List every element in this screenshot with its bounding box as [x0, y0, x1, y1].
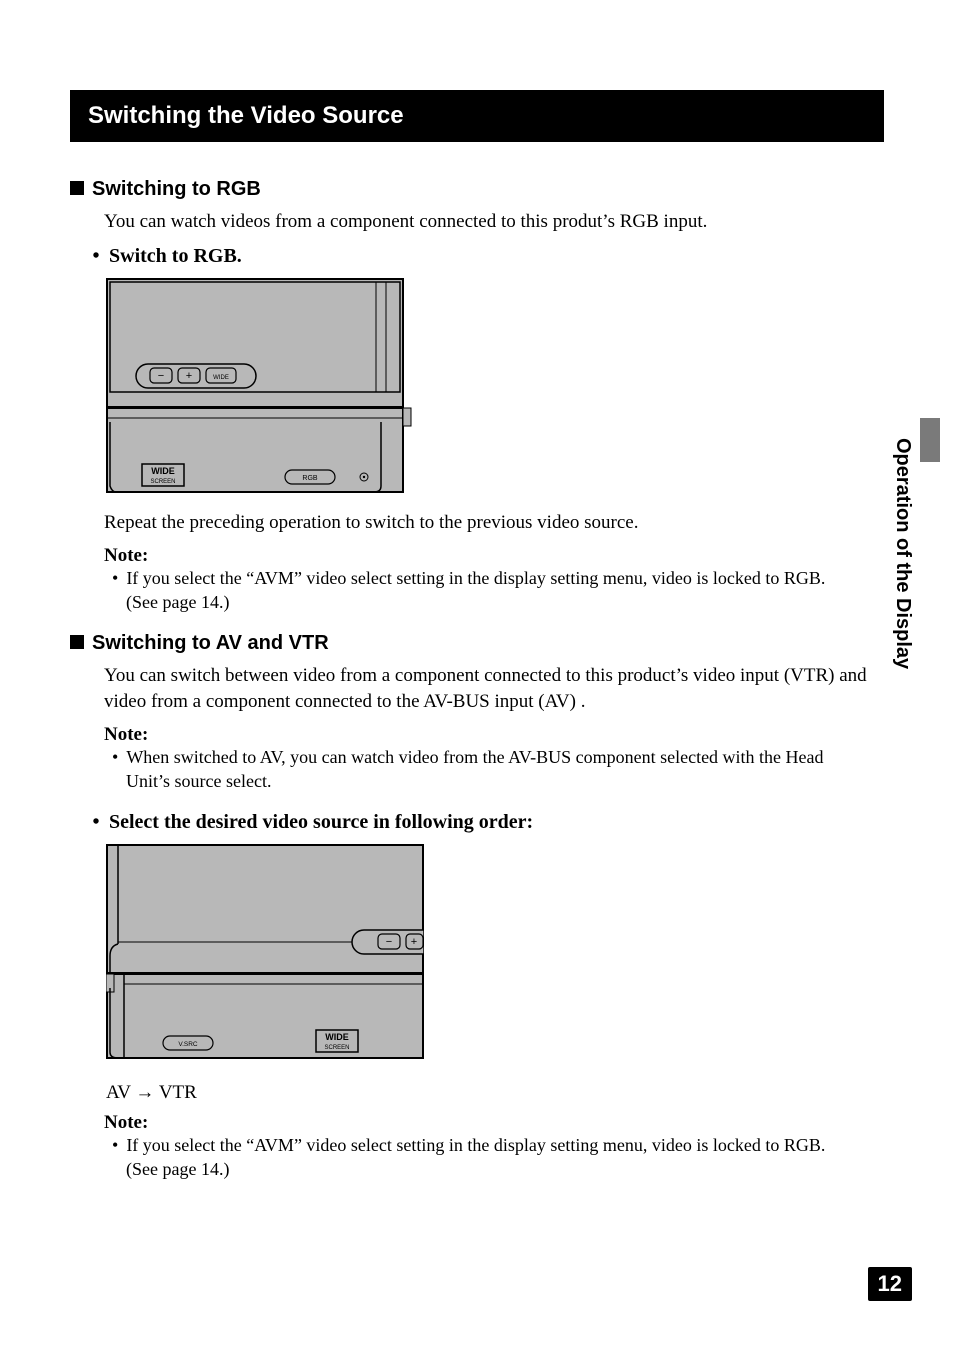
source-sequence: AV → VTR — [106, 1082, 884, 1104]
section-title: Switching the Video Source — [88, 102, 404, 129]
svg-text:WIDE: WIDE — [325, 1032, 349, 1042]
vsrc-button-label: V.SRC — [178, 1041, 198, 1048]
square-bullet-icon — [70, 181, 84, 195]
rgb-button-label: RGB — [302, 475, 318, 482]
wide-button-label: WIDE — [213, 375, 229, 381]
intro-text-rgb: You can watch videos from a component co… — [104, 209, 884, 235]
svg-text:+: + — [411, 936, 417, 948]
note-label-3: Note: — [104, 1112, 884, 1134]
note-list-2: When switched to AV, you can watch video… — [126, 746, 884, 793]
step-select-source-text: Select the desired video source in follo… — [109, 811, 533, 833]
svg-text:−: − — [386, 936, 392, 948]
bullet-icon: • — [88, 245, 104, 268]
note-label-1: Note: — [104, 545, 884, 567]
after-diagram-text: Repeat the preceding operation to switch… — [104, 510, 884, 536]
plus-button-label: + — [186, 370, 192, 382]
step-switch-to-rgb: • Switch to RGB. — [88, 245, 884, 268]
note-item-1: If you select the “AVM” video select set… — [126, 567, 844, 614]
step-switch-to-rgb-text: Switch to RGB. — [109, 245, 242, 267]
subheading-rgb: Switching to RGB — [70, 178, 884, 201]
minus-button-label: − — [158, 370, 164, 382]
svg-text:SCREEN: SCREEN — [324, 1045, 349, 1051]
side-tab-marker — [920, 418, 940, 462]
screen-label: SCREEN — [150, 479, 175, 485]
subheading-av-vtr-text: Switching to AV and VTR — [92, 632, 329, 654]
note-item-2: When switched to AV, you can watch video… — [126, 746, 844, 793]
note-list-1: If you select the “AVM” video select set… — [126, 567, 884, 614]
side-tab-label: Operation of the Display — [891, 438, 914, 669]
subheading-av-vtr: Switching to AV and VTR — [70, 632, 884, 655]
device-diagram-av: − + V.SRC WIDE SCREEN — [106, 844, 884, 1062]
step-select-source: • Select the desired video source in fol… — [88, 811, 884, 834]
side-tab: Operation of the Display — [882, 438, 912, 738]
manual-page: Switching the Video Source Switching to … — [0, 0, 954, 1355]
device-diagram-rgb: − + WIDE WIDE SCREEN RGB — [106, 278, 884, 496]
note-label-2: Note: — [104, 724, 884, 746]
page-number: 12 — [868, 1267, 912, 1301]
intro-text-av: You can switch between video from a comp… — [104, 663, 884, 714]
wide-label: WIDE — [151, 466, 175, 476]
bullet-icon: • — [88, 811, 104, 834]
seq-vtr: VTR — [159, 1082, 197, 1103]
note-item-3: If you select the “AVM” video select set… — [126, 1134, 844, 1181]
note-list-3: If you select the “AVM” video select set… — [126, 1134, 884, 1181]
seq-av: AV — [106, 1082, 131, 1103]
arrow-icon: → — [135, 1082, 154, 1103]
square-bullet-icon — [70, 635, 84, 649]
section-title-bar: Switching the Video Source — [70, 90, 884, 142]
subheading-rgb-text: Switching to RGB — [92, 178, 261, 200]
